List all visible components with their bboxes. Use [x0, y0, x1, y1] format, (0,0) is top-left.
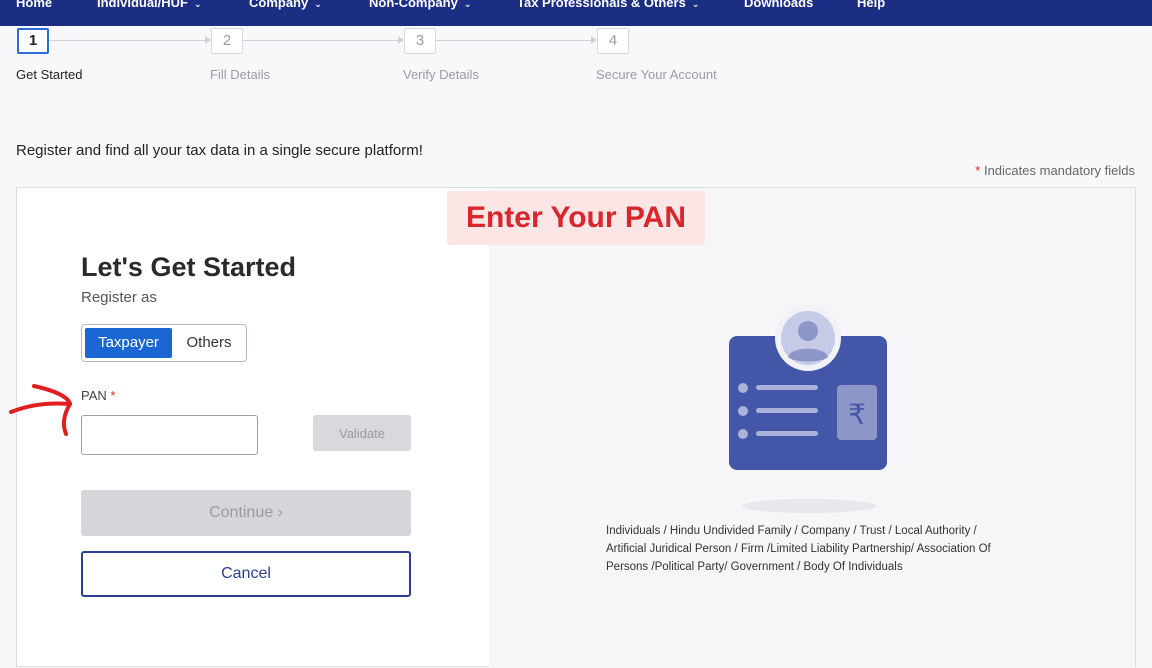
- nav-non-company[interactable]: Non-Company ⌄: [369, 0, 471, 10]
- nav-help[interactable]: Help: [857, 0, 885, 10]
- step-2-box: 2: [211, 28, 243, 54]
- eligible-entities-text: Individuals / Hindu Undivided Family / C…: [606, 525, 991, 573]
- hand-drawn-arrow-icon: [9, 384, 72, 436]
- pan-label: PAN *: [81, 388, 115, 403]
- chevron-down-icon: ⌄: [691, 0, 700, 9]
- required-star: *: [110, 388, 116, 403]
- pan-input[interactable]: [81, 415, 258, 455]
- nav-individual-huf-label: Individual/HUF: [97, 0, 188, 10]
- register-as-toggle: Taxpayer Others: [81, 324, 247, 362]
- enter-pan-banner: Enter Your PAN: [447, 191, 705, 245]
- mandatory-note: * Indicates mandatory fields: [975, 163, 1135, 178]
- nav-individual-huf[interactable]: Individual/HUF ⌄: [97, 0, 202, 10]
- page-tagline: Register and find all your tax data in a…: [16, 142, 423, 159]
- nav-tax-professionals[interactable]: Tax Professionals & Others ⌄: [517, 0, 699, 10]
- continue-button[interactable]: Continue ›: [81, 490, 411, 536]
- step-connector: [243, 40, 399, 41]
- id-card-illustration-icon: ₹: [729, 305, 887, 470]
- step-4-box: 4: [597, 28, 629, 54]
- nav-company-label: Company: [249, 0, 309, 10]
- nav-downloads-label: Downloads: [744, 0, 814, 10]
- pan-label-text: PAN: [81, 388, 107, 403]
- illustration-shadow: [742, 499, 876, 513]
- step-connector: [49, 40, 207, 41]
- step-4-label: Secure Your Account: [596, 67, 717, 82]
- nav-tax-professionals-label: Tax Professionals & Others: [517, 0, 686, 10]
- top-nav-bar: Home Individual/HUF ⌄ Company ⌄ Non-Compan…: [0, 0, 1152, 26]
- step-1-box: 1: [17, 28, 49, 54]
- taxpayer-option[interactable]: Taxpayer: [85, 328, 172, 358]
- chevron-down-icon: ⌄: [314, 0, 322, 9]
- register-as-label: Register as: [81, 289, 157, 306]
- chevron-down-icon: ⌄: [463, 0, 472, 9]
- nav-home-label: Home: [16, 0, 53, 10]
- step-connector: [436, 40, 592, 41]
- step-2-label: Fill Details: [210, 67, 270, 82]
- validate-button[interactable]: Validate: [313, 415, 411, 451]
- nav-company[interactable]: Company ⌄: [249, 0, 322, 10]
- nav-help-label: Help: [857, 0, 886, 10]
- step-1-label: Get Started: [16, 67, 83, 82]
- svg-text:₹: ₹: [848, 398, 866, 431]
- cancel-button[interactable]: Cancel: [81, 551, 411, 597]
- required-star: *: [975, 163, 981, 178]
- mandatory-note-text: Indicates mandatory fields: [983, 163, 1135, 178]
- nav-downloads[interactable]: Downloads: [744, 0, 813, 10]
- nav-non-company-label: Non-Company: [369, 0, 458, 10]
- others-option[interactable]: Others: [174, 328, 244, 358]
- nav-home[interactable]: Home: [16, 0, 52, 10]
- step-3-box: 3: [404, 28, 436, 54]
- step-3-label: Verify Details: [403, 67, 479, 82]
- page-title: Let's Get Started: [81, 252, 296, 282]
- chevron-down-icon: ⌄: [194, 0, 202, 9]
- registration-stepper: 1 2 3 4 Get Started Fill Details Verify …: [0, 26, 1152, 96]
